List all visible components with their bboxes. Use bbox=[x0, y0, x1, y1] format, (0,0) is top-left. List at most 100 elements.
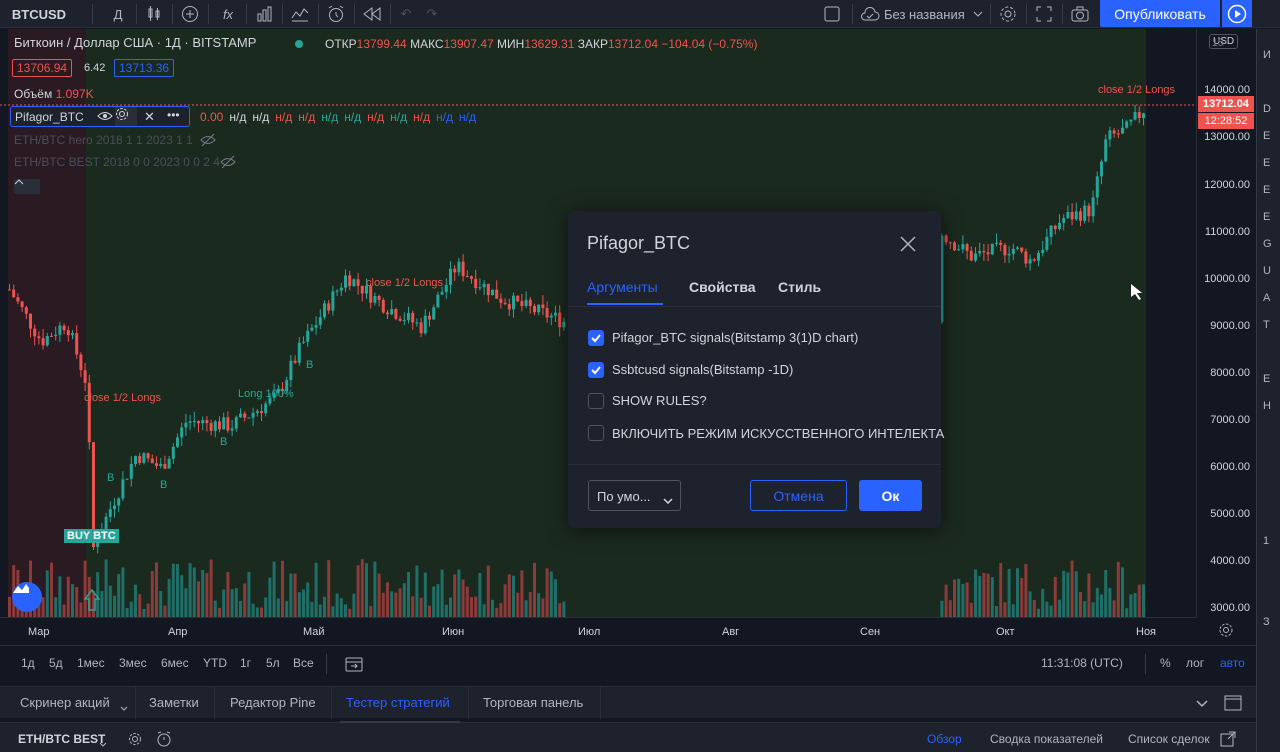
candle-body bbox=[134, 456, 137, 465]
camera-icon[interactable] bbox=[1066, 0, 1094, 28]
bid-price[interactable]: 13706.94 bbox=[12, 59, 73, 77]
tab-pine-editor[interactable]: Редактор Pine bbox=[230, 695, 316, 710]
candle-body bbox=[965, 244, 969, 251]
interval-button[interactable]: Д bbox=[104, 0, 132, 28]
more-options-icon[interactable]: ••• bbox=[167, 108, 180, 122]
checkbox-pifagor-signals[interactable] bbox=[588, 330, 604, 346]
range-1m[interactable]: 1мес bbox=[77, 656, 105, 670]
tab-trades-list[interactable]: Список сделок bbox=[1128, 732, 1210, 746]
tab-stock-screener[interactable]: Скринер акций bbox=[20, 695, 110, 710]
range-5y[interactable]: 5л bbox=[266, 656, 280, 670]
redo-icon[interactable]: ↷ bbox=[420, 0, 444, 28]
maximize-panel-icon[interactable] bbox=[1224, 695, 1242, 714]
volume-bar bbox=[957, 578, 961, 617]
tradingview-logo-icon[interactable] bbox=[12, 582, 42, 612]
collapse-legend-chevron-up-icon[interactable] bbox=[14, 179, 40, 194]
checkbox-ssbtcusd-signals[interactable] bbox=[588, 362, 604, 378]
alert-clock-icon[interactable] bbox=[156, 731, 172, 750]
range-6m[interactable]: 6мес bbox=[161, 656, 189, 670]
chevron-down-icon[interactable] bbox=[99, 736, 107, 750]
ask-price[interactable]: 13713.36 bbox=[114, 59, 175, 77]
candle-body bbox=[352, 279, 356, 287]
resize-handle[interactable] bbox=[340, 721, 460, 723]
volume-bar bbox=[138, 594, 142, 617]
remove-indicator-close-icon[interactable]: ✕ bbox=[144, 109, 155, 125]
candle-style-icon[interactable] bbox=[140, 0, 168, 28]
log-scale-toggle[interactable]: лог bbox=[1186, 656, 1204, 670]
ok-button[interactable]: Ок bbox=[859, 480, 922, 511]
tab-divider bbox=[135, 687, 136, 719]
candle-body bbox=[982, 251, 986, 253]
checkbox-ai-mode[interactable] bbox=[588, 425, 604, 441]
volume-bar bbox=[318, 604, 322, 617]
tab-notes[interactable]: Заметки bbox=[149, 695, 199, 710]
chevron-down-icon[interactable] bbox=[120, 700, 128, 714]
strategy-settings-gear-icon[interactable] bbox=[128, 732, 142, 749]
candle-body bbox=[138, 456, 142, 463]
range-1d[interactable]: 1д bbox=[21, 656, 35, 670]
tab-performance-summary[interactable]: Сводка показателей bbox=[990, 732, 1103, 746]
fullscreen-icon[interactable] bbox=[1030, 0, 1058, 28]
export-icon[interactable] bbox=[1220, 731, 1236, 750]
collapse-panel-chevron-icon[interactable] bbox=[1196, 697, 1208, 711]
goto-date-icon[interactable] bbox=[345, 656, 363, 675]
settings-gear-icon[interactable] bbox=[994, 0, 1022, 28]
play-icon[interactable] bbox=[1222, 0, 1252, 27]
undo-icon[interactable]: ↶ bbox=[394, 0, 418, 28]
time-axis[interactable]: Мар Апр Май Июн Июл Авг Сен Окт Ноя bbox=[0, 617, 1196, 645]
financials-icon[interactable] bbox=[250, 0, 278, 28]
volume-bar bbox=[520, 570, 524, 617]
candle-body bbox=[491, 289, 494, 296]
percent-scale-toggle[interactable]: % bbox=[1160, 656, 1171, 670]
close-value: 13712.04 bbox=[607, 37, 659, 51]
replay-icon[interactable] bbox=[358, 0, 386, 28]
candle-body bbox=[1070, 212, 1074, 220]
candle-body bbox=[155, 463, 158, 466]
cloud-icon[interactable] bbox=[858, 0, 882, 28]
volume-bar bbox=[491, 599, 494, 617]
checkmark-icon bbox=[591, 366, 601, 375]
tab-trading-panel[interactable]: Торговая панель bbox=[483, 695, 583, 710]
compare-add-icon[interactable] bbox=[176, 0, 204, 28]
high-label: МАКС bbox=[410, 37, 444, 51]
layout-square-icon[interactable] bbox=[818, 0, 846, 28]
indicators-button[interactable]: fx bbox=[214, 0, 242, 28]
auto-scale-toggle[interactable]: авто bbox=[1220, 656, 1245, 670]
volume-bar bbox=[1079, 591, 1082, 617]
candle-body bbox=[495, 289, 499, 299]
price-axis[interactable]: USD 14000.00 13000.00 12000.00 11000.00 1000… bbox=[1196, 29, 1256, 617]
candle-body bbox=[54, 334, 58, 337]
chart-settings-gear-icon[interactable] bbox=[1218, 622, 1234, 641]
right-sidebar-partial[interactable]: И D E E E E G U A T E H 1 З bbox=[1256, 29, 1280, 752]
tab-properties[interactable]: Свойства bbox=[689, 279, 756, 295]
cancel-button[interactable]: Отмена bbox=[750, 480, 847, 511]
chevron-down-icon[interactable] bbox=[970, 0, 986, 28]
tab-arguments[interactable]: Аргументы bbox=[587, 279, 658, 295]
checkbox-show-rules[interactable] bbox=[588, 393, 604, 409]
range-all[interactable]: Все bbox=[293, 656, 314, 670]
indicator-settings-gear-icon[interactable] bbox=[115, 107, 137, 126]
candle-body bbox=[440, 291, 444, 295]
strategy-select[interactable]: ETH/BTC BEST bbox=[18, 732, 105, 746]
publish-button[interactable]: Опубликовать bbox=[1100, 0, 1220, 27]
tab-strategy-tester[interactable]: Тестер стратегий bbox=[346, 695, 450, 710]
utc-clock[interactable]: 11:31:08 (UTC) bbox=[1041, 656, 1123, 670]
range-3m[interactable]: 3мес bbox=[119, 656, 147, 670]
templates-icon[interactable] bbox=[286, 0, 314, 28]
candle-body bbox=[503, 302, 507, 305]
candle-body bbox=[1041, 249, 1045, 254]
tab-style[interactable]: Стиль bbox=[778, 279, 821, 295]
tab-overview[interactable]: Обзор bbox=[927, 732, 962, 746]
symbol-search[interactable]: BTCUSD bbox=[8, 0, 70, 28]
alert-icon[interactable] bbox=[322, 0, 350, 28]
indicator-legend-row[interactable]: Pifagor_BTC ✕ ••• bbox=[10, 106, 190, 127]
defaults-dropdown[interactable]: По умо... bbox=[588, 480, 681, 511]
range-5d[interactable]: 5д bbox=[49, 656, 63, 670]
volume-bar bbox=[549, 571, 553, 617]
layout-name[interactable]: Без названия bbox=[884, 0, 970, 28]
range-1y[interactable]: 1г bbox=[240, 656, 251, 670]
volume-bar bbox=[486, 565, 490, 617]
dialog-close-icon[interactable] bbox=[900, 236, 916, 255]
range-ytd[interactable]: YTD bbox=[203, 656, 227, 670]
volume-bar bbox=[470, 597, 473, 617]
